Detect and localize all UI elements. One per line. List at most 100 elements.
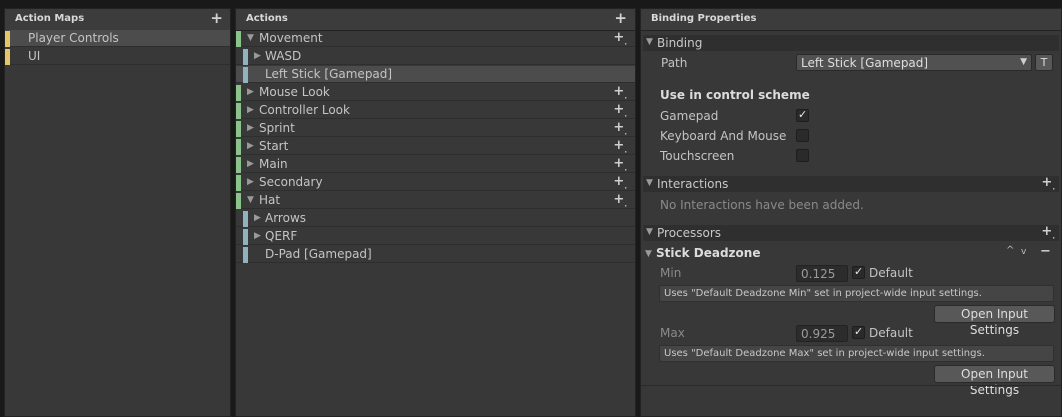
scheme-checkbox-gamepad[interactable]	[796, 108, 809, 122]
max-label: Max	[660, 326, 685, 340]
processors-section-header[interactable]: ▼ Processors +.	[643, 224, 1059, 241]
add-binding-icon[interactable]: +.	[613, 120, 627, 137]
binding-color-bar	[243, 67, 248, 83]
add-binding-icon[interactable]: +.	[613, 192, 627, 209]
add-binding-icon[interactable]: +.	[613, 138, 627, 155]
collapse-down-icon[interactable]: ▼	[646, 37, 653, 47]
expand-right-icon[interactable]: ▶	[247, 105, 254, 115]
action-color-bar	[236, 175, 241, 191]
map-color-bar	[5, 49, 10, 65]
action-row-secondary[interactable]: ▶ Secondary +.	[236, 174, 635, 191]
actions-header: Actions +	[236, 9, 635, 31]
min-help-box: Uses "Default Deadzone Min" set in proje…	[659, 285, 1054, 302]
min-value-field[interactable]: 0.125	[796, 265, 848, 282]
scheme-label-touchscreen: Touchscreen	[660, 149, 735, 163]
action-row-mouse-look[interactable]: ▶ Mouse Look +.	[236, 84, 635, 101]
expand-right-icon[interactable]: ▶	[247, 141, 254, 151]
open-input-settings-button-max[interactable]: Open Input Settings	[934, 365, 1055, 397]
action-label: Mouse Look	[259, 85, 330, 99]
scheme-label-gamepad: Gamepad	[660, 109, 719, 123]
action-row-hat[interactable]: ▼ Hat +.	[236, 192, 635, 209]
binding-properties-panel: Binding Properties ▼ Binding Path Left S…	[640, 8, 1062, 417]
max-value-field[interactable]: 0.925	[796, 325, 848, 342]
dropdown-arrow-icon: ▼	[1020, 57, 1027, 67]
binding-color-bar	[243, 211, 248, 227]
text-mode-button[interactable]: T	[1035, 54, 1053, 71]
interactions-section-label: Interactions	[657, 177, 729, 191]
add-action-map-icon[interactable]: +	[210, 10, 223, 26]
binding-color-bar	[243, 247, 248, 263]
scheme-checkbox-keyboard-mouse[interactable]	[796, 129, 809, 142]
open-input-settings-button-min[interactable]: Open Input Settings	[934, 305, 1055, 337]
binding-label: WASD	[265, 49, 302, 63]
expand-right-icon[interactable]: ▶	[247, 159, 254, 169]
action-map-label: UI	[28, 49, 41, 63]
min-default-checkbox[interactable]	[852, 265, 865, 279]
add-interaction-icon[interactable]: +.	[1041, 175, 1055, 192]
max-help-text: Uses "Default Deadzone Max" set in proje…	[664, 348, 985, 359]
max-default-checkbox[interactable]	[852, 325, 865, 339]
binding-label: D-Pad [Gamepad]	[265, 247, 372, 261]
add-binding-icon[interactable]: +.	[613, 30, 627, 47]
action-row-main[interactable]: ▶ Main +.	[236, 156, 635, 173]
collapse-down-icon[interactable]: ▼	[645, 249, 652, 259]
scheme-label-keyboard-mouse: Keyboard And Mouse	[660, 129, 787, 143]
action-color-bar	[236, 85, 241, 101]
binding-row-qerf[interactable]: ▶ QERF	[236, 228, 635, 245]
action-label: Secondary	[259, 175, 323, 189]
action-maps-title: Action Maps	[15, 13, 85, 24]
min-label: Min	[660, 266, 682, 280]
action-color-bar	[236, 103, 241, 119]
min-help-text: Uses "Default Deadzone Min" set in proje…	[664, 288, 982, 299]
binding-row-dpad[interactable]: D-Pad [Gamepad]	[236, 246, 635, 263]
processors-section-label: Processors	[657, 226, 722, 240]
action-row-sprint[interactable]: ▶ Sprint +.	[236, 120, 635, 137]
add-processor-icon[interactable]: +.	[1041, 224, 1055, 241]
add-binding-icon[interactable]: +.	[613, 84, 627, 101]
section-divider	[641, 385, 1061, 386]
scheme-checkbox-touchscreen[interactable]	[796, 149, 809, 162]
collapse-down-icon[interactable]: ▼	[646, 227, 653, 237]
action-label: Main	[259, 157, 288, 171]
expand-right-icon[interactable]: ▶	[254, 51, 261, 61]
action-color-bar	[236, 121, 241, 137]
move-up-icon[interactable]: ^	[1006, 245, 1014, 256]
expand-right-icon[interactable]: ▶	[247, 123, 254, 133]
expand-down-icon[interactable]: ▼	[247, 33, 254, 43]
action-row-start[interactable]: ▶ Start +.	[236, 138, 635, 155]
action-label: Hat	[259, 193, 281, 207]
binding-row-wasd[interactable]: ▶ WASD	[236, 48, 635, 65]
binding-section-header[interactable]: ▼ Binding	[643, 35, 1059, 51]
move-down-icon[interactable]: v	[1021, 247, 1026, 257]
expand-down-icon[interactable]: ▼	[247, 195, 254, 205]
action-label: Start	[259, 139, 289, 153]
action-maps-header: Action Maps +	[5, 9, 230, 31]
action-row-controller-look[interactable]: ▶ Controller Look +.	[236, 102, 635, 119]
add-binding-icon[interactable]: +.	[613, 156, 627, 173]
interactions-section-header[interactable]: ▼ Interactions +.	[643, 175, 1059, 192]
interactions-empty-text: No Interactions have been added.	[660, 198, 864, 212]
binding-label: Left Stick [Gamepad]	[265, 67, 393, 81]
add-action-icon[interactable]: +	[614, 10, 627, 26]
path-dropdown[interactable]: Left Stick [Gamepad] ▼	[796, 54, 1032, 71]
expand-right-icon[interactable]: ▶	[247, 87, 254, 97]
max-help-box: Uses "Default Deadzone Max" set in proje…	[659, 345, 1054, 362]
path-label: Path	[661, 56, 688, 70]
max-default-label: Default	[869, 326, 913, 340]
binding-label: Arrows	[265, 211, 307, 225]
actions-panel: Actions + ▼ Movement +. ▶ WASD Left Stic…	[235, 8, 636, 417]
expand-right-icon[interactable]: ▶	[254, 213, 261, 223]
binding-row-left-stick[interactable]: Left Stick [Gamepad]	[236, 66, 635, 83]
add-binding-icon[interactable]: +.	[613, 174, 627, 191]
add-binding-icon[interactable]: +.	[613, 102, 627, 119]
action-map-item-player-controls[interactable]: Player Controls	[5, 30, 230, 47]
remove-processor-icon[interactable]: −	[1040, 244, 1051, 259]
binding-row-arrows[interactable]: ▶ Arrows	[236, 210, 635, 227]
action-row-movement[interactable]: ▼ Movement +.	[236, 30, 635, 47]
action-color-bar	[236, 157, 241, 173]
collapse-down-icon[interactable]: ▼	[646, 178, 653, 188]
action-label: Sprint	[259, 121, 295, 135]
expand-right-icon[interactable]: ▶	[254, 231, 261, 241]
action-map-item-ui[interactable]: UI	[5, 48, 230, 65]
expand-right-icon[interactable]: ▶	[247, 177, 254, 187]
